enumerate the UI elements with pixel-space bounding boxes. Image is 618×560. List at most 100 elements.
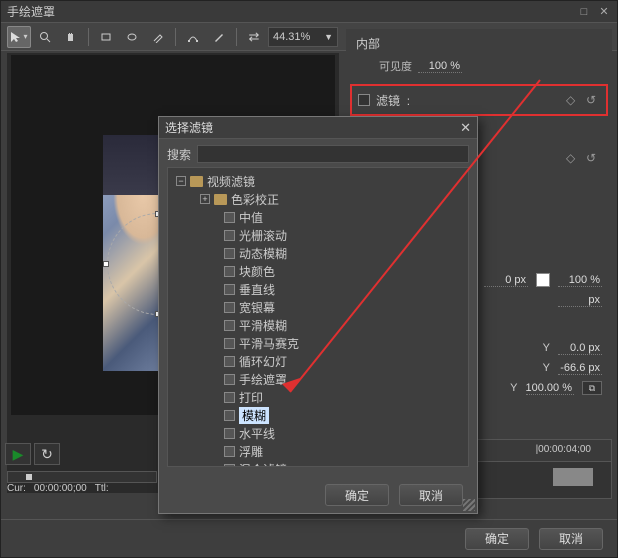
tree-item[interactable]: 宽银幕: [168, 298, 468, 316]
lock-icon[interactable]: ⧉: [582, 381, 602, 395]
folder-icon: [190, 176, 203, 187]
filter-icon: [224, 284, 235, 295]
tree-root[interactable]: − 视频滤镜: [168, 172, 468, 190]
tree-item[interactable]: 混合滤镜: [168, 460, 468, 467]
maximize-icon[interactable]: □: [577, 5, 591, 19]
reset-icon[interactable]: ↺: [586, 93, 600, 107]
tree-item-label: 光栅滚动: [239, 227, 287, 244]
tree-item-label: 水平线: [239, 425, 275, 442]
tree-item[interactable]: 浮雕: [168, 442, 468, 460]
cur-label: Cur:: [7, 483, 26, 494]
color-swatch[interactable]: [536, 273, 550, 287]
filter-icon: [224, 338, 235, 349]
filter-icon: [224, 446, 235, 457]
mask-handle[interactable]: [103, 261, 109, 267]
tree-item-label: 混合滤镜: [239, 461, 287, 468]
tree-item[interactable]: 块颜色: [168, 262, 468, 280]
tree-item[interactable]: 水平线: [168, 424, 468, 442]
tree-item-label: 平滑马赛克: [239, 335, 299, 352]
y1-value[interactable]: -66.6 px: [558, 362, 602, 375]
scrubber[interactable]: [7, 471, 157, 483]
px0-value[interactable]: 0 px: [484, 274, 528, 287]
section-title: 内部: [356, 35, 602, 52]
close-icon[interactable]: ✕: [460, 120, 471, 136]
tree-item[interactable]: 打印: [168, 388, 468, 406]
tree-group[interactable]: + 色彩校正: [168, 190, 468, 208]
ellipse-tool[interactable]: [120, 26, 144, 48]
tree-item[interactable]: 中值: [168, 208, 468, 226]
reset-icon[interactable]: ↺: [586, 151, 600, 165]
tree-item-label: 浮雕: [239, 443, 263, 460]
magnifier-tool[interactable]: [33, 26, 57, 48]
pointer-tool[interactable]: ▾: [7, 26, 31, 48]
tree-item[interactable]: 光栅滚动: [168, 226, 468, 244]
filter-checkbox[interactable]: [358, 94, 370, 106]
filter-icon: [224, 302, 235, 313]
tree-item-label: 平滑模糊: [239, 317, 287, 334]
filter-icon: [224, 248, 235, 259]
ok-button[interactable]: 确定: [325, 484, 389, 506]
filter-label: 滤镜 :: [376, 92, 560, 109]
y2-value[interactable]: 100.00 %: [526, 382, 574, 395]
pen-tool[interactable]: [146, 26, 170, 48]
y0-value[interactable]: 0.0 px: [558, 342, 602, 355]
close-icon[interactable]: ✕: [597, 5, 611, 19]
px1-value[interactable]: px: [558, 294, 602, 307]
chevron-down-icon: ▼: [324, 32, 333, 42]
filter-icon: [224, 212, 235, 223]
keyframe-icon[interactable]: ◇: [566, 93, 580, 107]
tree-item-label: 手绘遮罩: [239, 371, 287, 388]
folder-icon: [214, 194, 227, 205]
arrows-icon[interactable]: ⇄: [242, 26, 266, 48]
timeline-clip[interactable]: [553, 468, 593, 486]
collapse-icon[interactable]: −: [176, 176, 186, 186]
hand-tool[interactable]: [59, 26, 83, 48]
search-label: 搜索: [167, 146, 191, 163]
path-edit-tool[interactable]: [181, 26, 205, 48]
tree-item[interactable]: 手绘遮罩: [168, 370, 468, 388]
dialog-footer: 确定 取消: [159, 477, 477, 513]
pct-value[interactable]: 100 %: [558, 274, 602, 287]
timecode: Cur: 00:00:00;00 Ttl:: [7, 483, 109, 494]
rect-tool[interactable]: [94, 26, 118, 48]
zoom-combo[interactable]: 44.31% ▼: [268, 27, 338, 47]
cancel-button[interactable]: 取消: [399, 484, 463, 506]
cancel-button[interactable]: 取消: [539, 528, 603, 550]
filter-icon: [224, 428, 235, 439]
tree-item[interactable]: 模糊: [168, 406, 468, 424]
ttl-label: Ttl:: [95, 483, 109, 494]
ok-button[interactable]: 确定: [465, 528, 529, 550]
y-label: Y: [510, 382, 517, 394]
tree-item[interactable]: 垂直线: [168, 280, 468, 298]
divider: [88, 28, 89, 46]
zoom-value: 44.31%: [273, 31, 310, 43]
play-button[interactable]: ▶: [5, 443, 31, 465]
tree-item[interactable]: 动态模糊: [168, 244, 468, 262]
tree-item-label: 模糊: [239, 407, 269, 424]
tree-item-label: 块颜色: [239, 263, 275, 280]
cur-value: 00:00:00;00: [34, 483, 87, 494]
tree-item-label: 中值: [239, 209, 263, 226]
tree-item[interactable]: 平滑马赛克: [168, 334, 468, 352]
expand-icon[interactable]: +: [200, 194, 210, 204]
y-label: Y: [543, 362, 550, 374]
timeline-mark: |00:00:04;00: [536, 444, 591, 455]
tree-item-label: 打印: [239, 389, 263, 406]
visibility-value[interactable]: 100 %: [418, 60, 462, 73]
tree-label: 色彩校正: [231, 191, 279, 208]
search-input[interactable]: [197, 145, 469, 163]
tree-item[interactable]: 循环幻灯: [168, 352, 468, 370]
tree-item-label: 宽银幕: [239, 299, 275, 316]
filter-tree[interactable]: − 视频滤镜 + 色彩校正 中值光栅滚动动态模糊块颜色垂直线宽银幕平滑模糊平滑马…: [167, 167, 469, 467]
y-label: Y: [543, 342, 550, 354]
select-filter-dialog: 选择滤镜 ✕ 搜索 − 视频滤镜 + 色彩校正 中值光栅滚动动态模糊块颜色垂直线…: [158, 116, 478, 514]
resize-grip[interactable]: [463, 499, 475, 511]
tree-item[interactable]: 平滑模糊: [168, 316, 468, 334]
playback-controls: ▶ ↻: [5, 439, 155, 469]
loop-button[interactable]: ↻: [34, 443, 60, 465]
filter-icon: [224, 410, 235, 421]
filter-icon: [224, 464, 235, 468]
pencil-tool[interactable]: [207, 26, 231, 48]
filter-icon: [224, 230, 235, 241]
keyframe-icon[interactable]: ◇: [566, 151, 580, 165]
